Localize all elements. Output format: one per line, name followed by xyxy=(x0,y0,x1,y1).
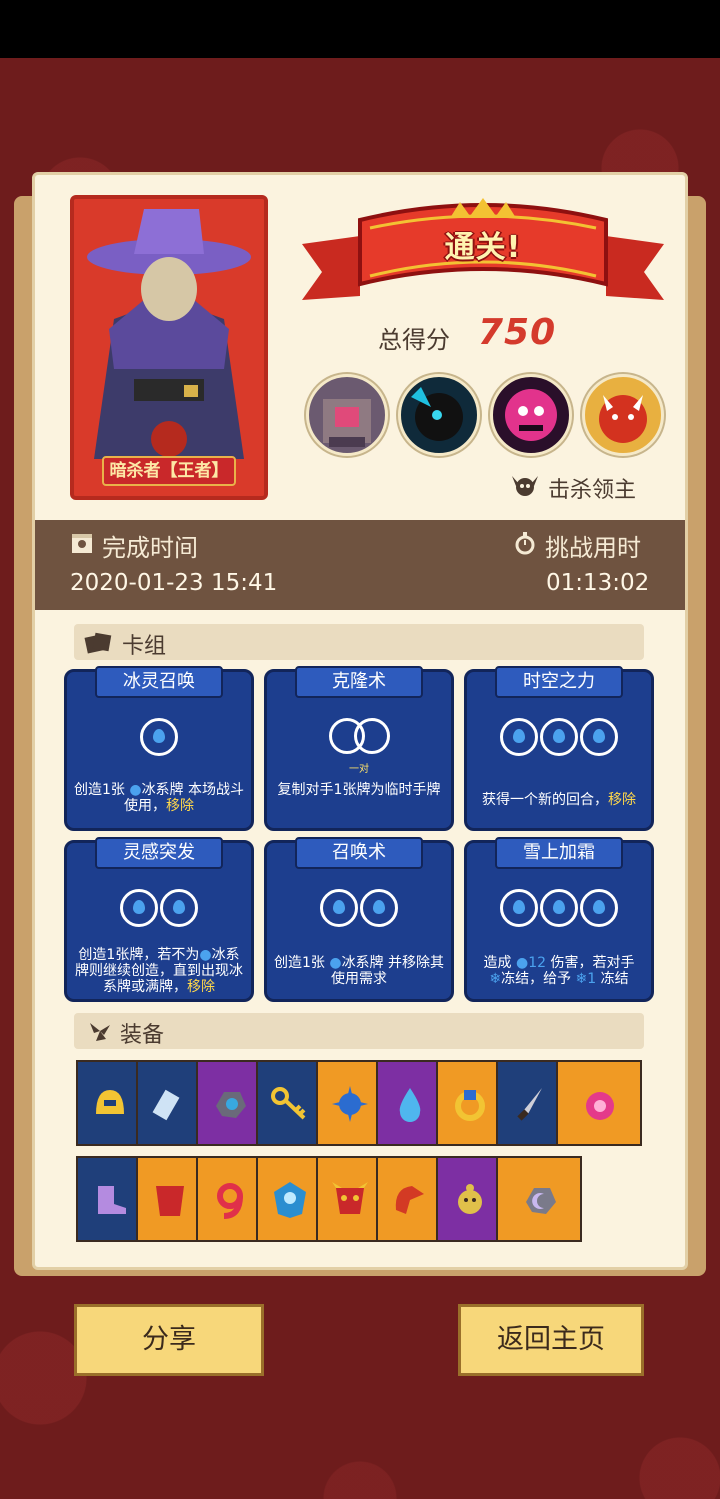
victory-title: 通关! xyxy=(444,230,522,265)
card-description: 造成 ●12 伤害，若对手 ❄冻结，给予 ❄1 冻结 xyxy=(483,955,635,987)
dagger-icon xyxy=(517,1088,542,1121)
card-name: 召唤术 xyxy=(295,837,423,869)
scroll-icon xyxy=(152,1089,180,1121)
card-cost xyxy=(267,889,451,939)
finish-time-value: 2020-01-23 15:41 xyxy=(70,570,278,596)
boss-2-portrait[interactable] xyxy=(398,374,480,456)
stopwatch-icon xyxy=(515,532,535,555)
curl-icon xyxy=(217,1183,243,1219)
card-time-power[interactable]: 时空之力 获得一个新的回合，移除 xyxy=(464,666,654,831)
card-description: 复制对手1张牌为临时手牌 xyxy=(277,782,441,798)
stone-icon xyxy=(216,1092,246,1118)
bracer-icon xyxy=(395,1186,424,1214)
equip-dagger[interactable] xyxy=(496,1060,560,1146)
water-drop-icon xyxy=(540,889,578,927)
card-cost xyxy=(67,718,251,768)
finish-time-label: 完成时间 xyxy=(102,534,198,562)
card-clone[interactable]: 克隆术 一对 复制对手1张牌为临时手牌 xyxy=(264,666,454,831)
cards-icon xyxy=(84,632,112,654)
boss-3-portrait[interactable] xyxy=(490,374,572,456)
status-bar xyxy=(0,0,720,58)
water-drop-icon xyxy=(540,718,578,756)
boss-1-portrait[interactable] xyxy=(306,374,388,456)
moon-stone-icon xyxy=(526,1188,556,1214)
spiked-orb-icon xyxy=(332,1086,368,1122)
score-value: 750 xyxy=(478,312,557,353)
equip-gem-ring[interactable] xyxy=(436,1060,500,1146)
pair-label: 一对 xyxy=(349,764,369,775)
share-button[interactable]: 分享 xyxy=(74,1304,264,1376)
water-drop-icon xyxy=(580,889,618,927)
hero-name: 暗杀者【王者】 xyxy=(102,456,236,486)
card-description: 创造1张 ●冰系牌 本场战斗使用，移除 xyxy=(73,782,245,814)
card-cost xyxy=(467,718,651,768)
water-drop-icon xyxy=(320,889,358,927)
equip-key[interactable] xyxy=(256,1060,320,1146)
water-drop-icon xyxy=(120,889,158,927)
ring-icon xyxy=(455,1090,485,1121)
defeated-bosses xyxy=(306,374,666,460)
card-name: 冰灵召唤 xyxy=(95,666,223,698)
pinwheel-icon xyxy=(90,1023,110,1041)
equip-red-nine[interactable] xyxy=(196,1156,260,1242)
equip-ice-shield[interactable] xyxy=(256,1156,320,1242)
card-inspiration[interactable]: 灵感突发 创造1张牌，若不为●冰系牌则继续创造，直到出现冰系牌或满牌，移除 xyxy=(64,837,254,1002)
water-drop-icon xyxy=(500,889,538,927)
card-cost xyxy=(67,889,251,939)
card-name: 雪上加霜 xyxy=(495,837,623,869)
card-description: 获得一个新的回合，移除 xyxy=(482,792,636,808)
helmet-icon xyxy=(96,1090,124,1114)
equip-pink-flame[interactable] xyxy=(556,1060,642,1146)
boss-4-portrait[interactable] xyxy=(582,374,664,456)
equip-red-bracer[interactable] xyxy=(376,1156,440,1242)
hero-card: 暗杀者【王者】 xyxy=(70,195,268,500)
card-name: 时空之力 xyxy=(495,666,623,698)
water-drop-icon xyxy=(160,889,198,927)
equip-demon-mask[interactable] xyxy=(316,1156,380,1242)
assassin-portrait xyxy=(74,199,264,496)
score-label: 总得分 xyxy=(378,326,450,354)
duration-value: 01:13:02 xyxy=(546,570,650,596)
duration-label: 挑战用时 xyxy=(545,534,641,562)
equip-scroll[interactable] xyxy=(136,1060,200,1146)
equip-water-drop[interactable] xyxy=(376,1060,440,1146)
empty-orb-icon xyxy=(353,718,390,754)
return-home-button[interactable]: 返回主页 xyxy=(458,1304,644,1376)
equip-crystal-boot[interactable] xyxy=(76,1156,140,1242)
shield-icon xyxy=(274,1182,306,1218)
card-description: 创造1张牌，若不为●冰系牌则继续创造，直到出现冰系牌或满牌，移除 xyxy=(75,947,243,995)
equip-moon-stone[interactable] xyxy=(496,1156,582,1242)
skull-horns-icon xyxy=(512,476,538,496)
boot-icon xyxy=(98,1186,126,1214)
equip-golden-idol[interactable] xyxy=(436,1156,500,1242)
mask-icon xyxy=(332,1182,368,1214)
card-name: 克隆术 xyxy=(295,666,423,698)
card-description: 创造1张 ●冰系牌 并移除其使用需求 xyxy=(273,955,445,987)
water-drop-icon xyxy=(140,718,178,756)
equip-stone-ring[interactable] xyxy=(196,1060,260,1146)
card-ice-spirit-summon[interactable]: 冰灵召唤 创造1张 ●冰系牌 本场战斗使用，移除 xyxy=(64,666,254,831)
card-cost xyxy=(467,889,651,939)
deck-title: 卡组 xyxy=(122,634,167,659)
flame-icon xyxy=(586,1092,614,1120)
water-drop-icon xyxy=(360,889,398,927)
key-icon xyxy=(271,1087,306,1120)
equip-spiked-orb[interactable] xyxy=(316,1060,380,1146)
water-drop-icon xyxy=(399,1088,421,1122)
equip-red-cape[interactable] xyxy=(136,1156,200,1242)
calendar-icon xyxy=(72,534,92,553)
card-frost-upon-snow[interactable]: 雪上加霜 造成 ●12 伤害，若对手 ❄冻结，给予 ❄1 冻结 xyxy=(464,837,654,1002)
card-summon[interactable]: 召唤术 创造1张 ●冰系牌 并移除其使用需求 xyxy=(264,837,454,1002)
card-name: 灵感突发 xyxy=(95,837,223,869)
cape-icon xyxy=(156,1186,184,1216)
kill-lords-label: 击杀领主 xyxy=(548,478,637,503)
idol-icon xyxy=(458,1184,482,1214)
equip-golden-helmet[interactable] xyxy=(76,1060,140,1146)
water-drop-icon xyxy=(500,718,538,756)
water-drop-icon xyxy=(580,718,618,756)
equipment-title: 装备 xyxy=(120,1023,165,1048)
